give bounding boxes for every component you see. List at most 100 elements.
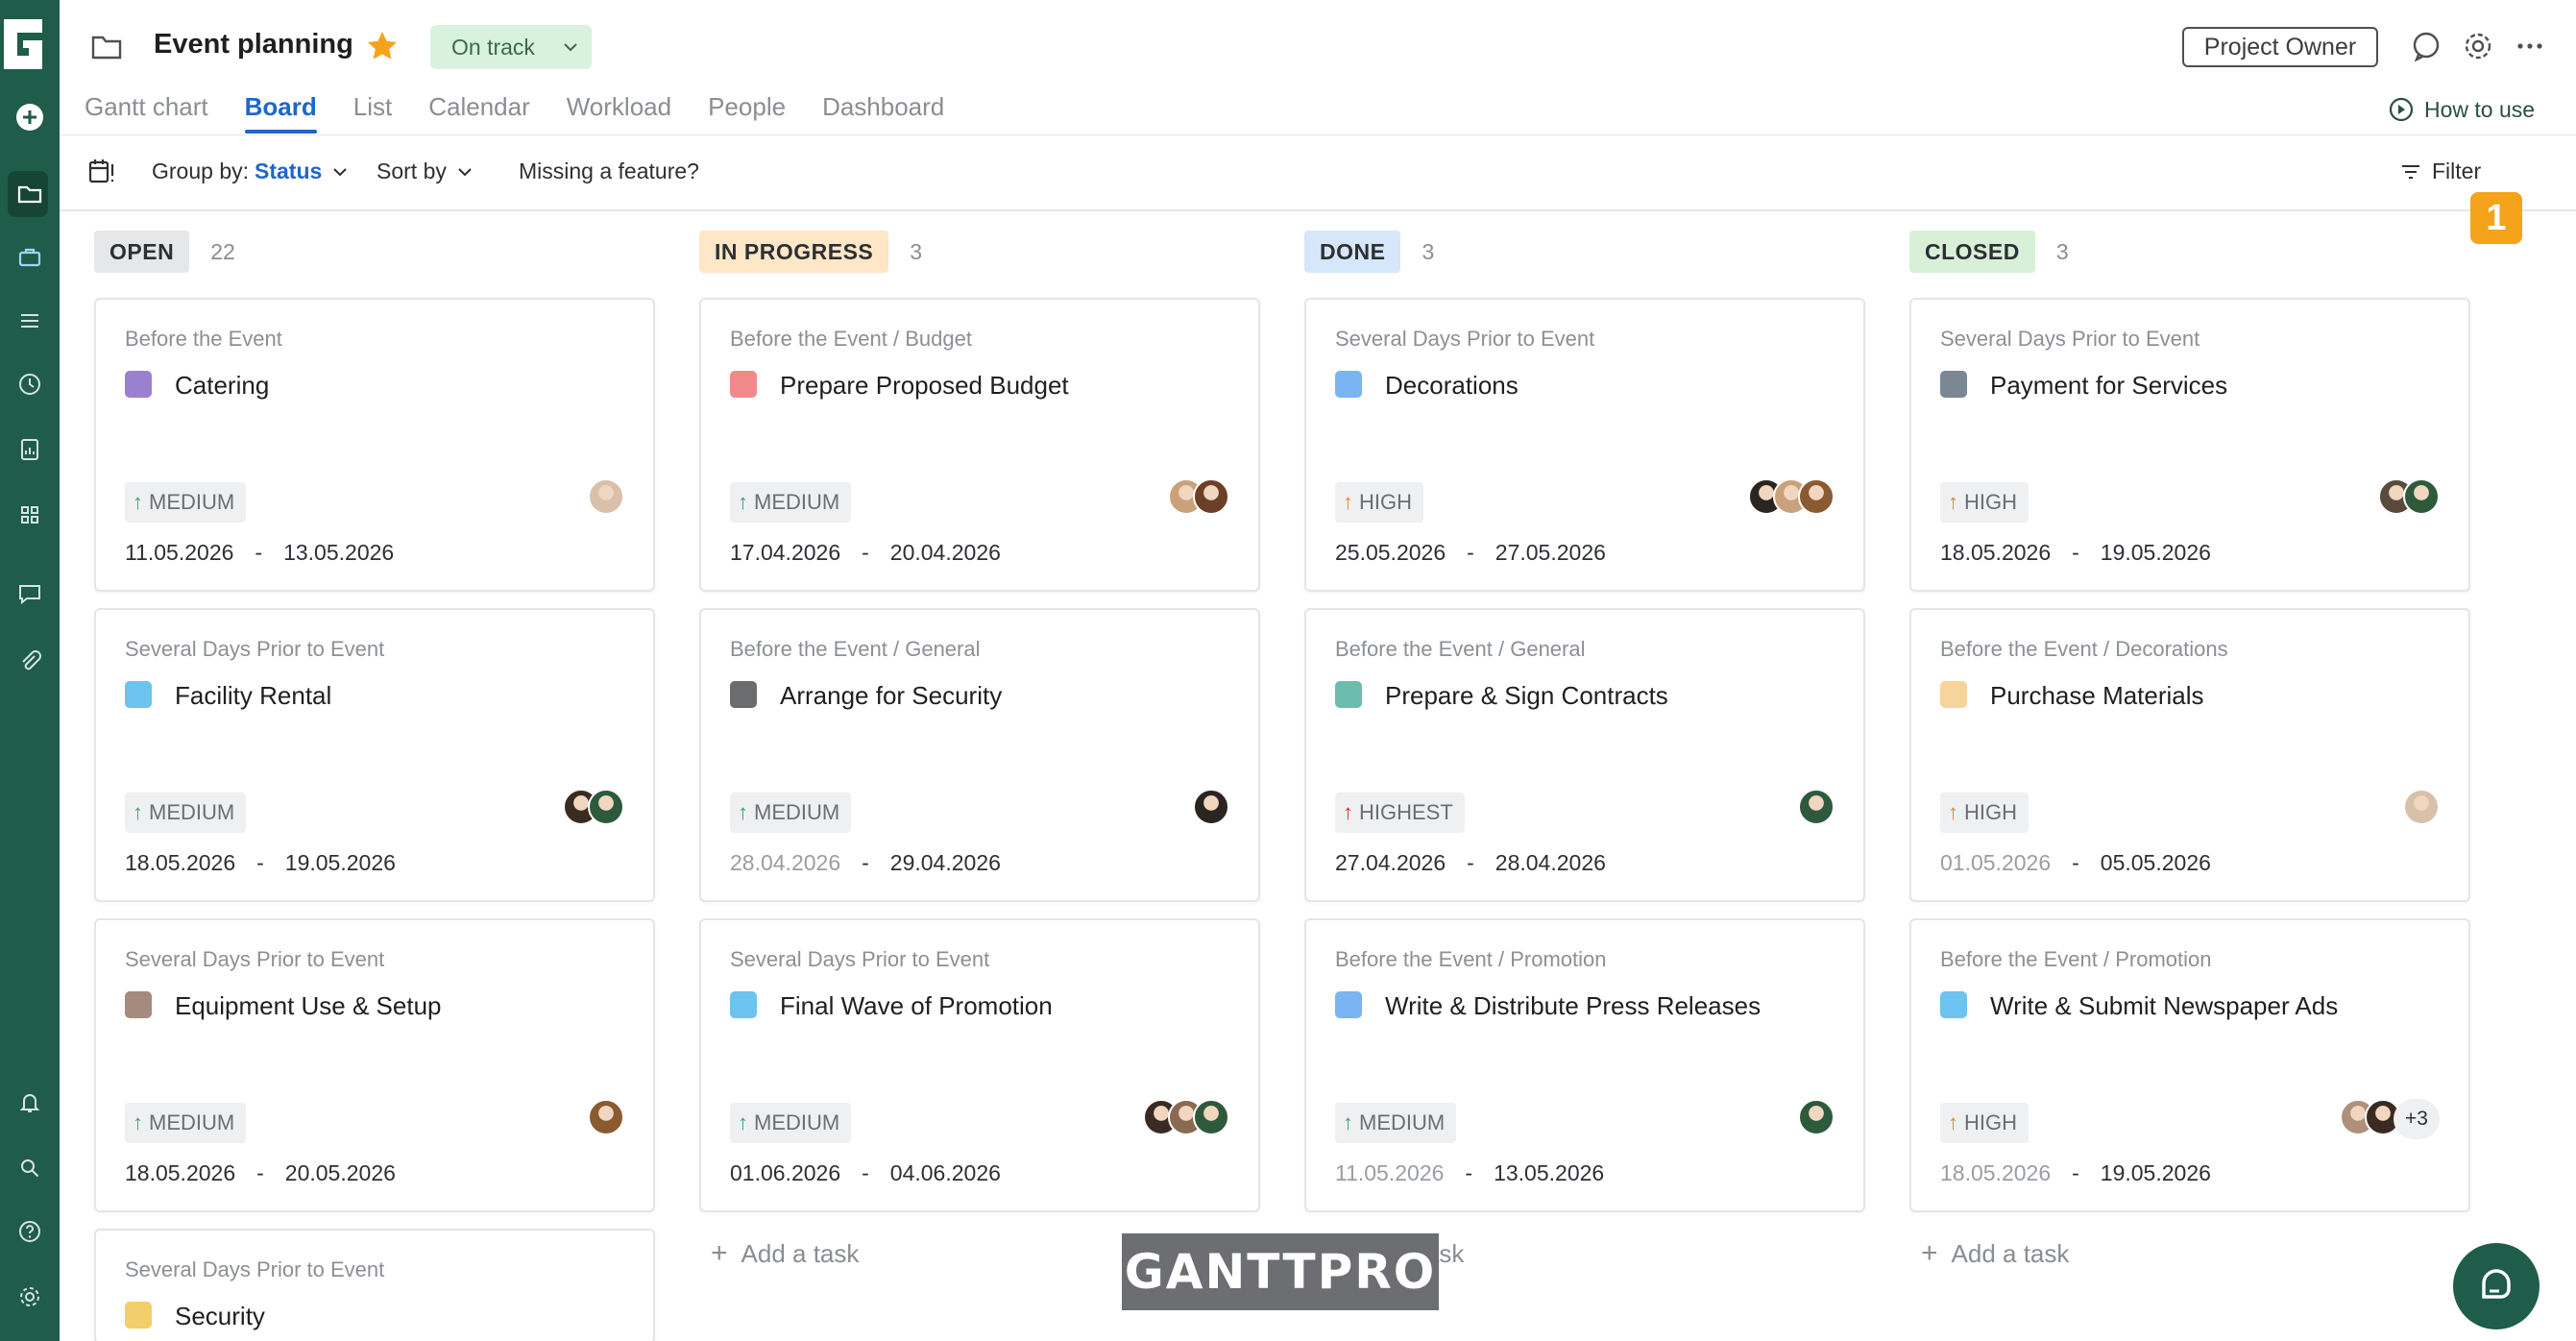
task-name[interactable]: Payment for Services bbox=[1990, 371, 2227, 401]
priority-badge[interactable]: ↑ HIGH bbox=[1335, 482, 1423, 523]
filter-button[interactable]: Filter bbox=[2399, 158, 2481, 184]
more-assignees-count[interactable]: +3 bbox=[2394, 1099, 2440, 1139]
task-card[interactable]: Before the Event Catering ↑ MEDIUM 11.05.202… bbox=[94, 298, 655, 592]
task-card[interactable]: Several Days Prior to Event Payment for S… bbox=[1909, 298, 2470, 592]
priority-badge[interactable]: ↑ MEDIUM bbox=[125, 792, 247, 833]
task-name[interactable]: Prepare & Sign Contracts bbox=[1385, 681, 1668, 711]
add-task-button[interactable]: + Add a task bbox=[711, 1237, 859, 1270]
group-by-dropdown[interactable]: Group by: Status bbox=[152, 158, 349, 184]
assignee-avatars[interactable] bbox=[1748, 478, 1835, 515]
priority-badge[interactable]: ↑ MEDIUM bbox=[1335, 1103, 1457, 1143]
more-options-icon[interactable] bbox=[2513, 29, 2547, 63]
tab-gantt-chart[interactable]: Gantt chart bbox=[85, 92, 208, 134]
add-task-button[interactable]: + Add a task bbox=[1921, 1237, 2069, 1270]
priority-badge[interactable]: ↑ MEDIUM bbox=[125, 1103, 247, 1143]
project-status-dropdown[interactable]: On track bbox=[430, 25, 592, 69]
task-card[interactable]: Several Days Prior to Event Decorations ↑ H… bbox=[1304, 298, 1865, 592]
priority-badge[interactable]: ↑ HIGH bbox=[1940, 1103, 2029, 1143]
assignee-avatars[interactable] bbox=[1798, 1099, 1835, 1135]
create-new-icon[interactable] bbox=[0, 90, 60, 144]
projects-folder-icon[interactable] bbox=[0, 167, 60, 221]
task-dates[interactable]: 27.04.2026-28.04.2026 bbox=[1335, 850, 1606, 876]
task-dates[interactable]: 17.04.2026-20.04.2026 bbox=[730, 540, 1001, 566]
sort-by-dropdown[interactable]: Sort by bbox=[377, 158, 474, 184]
task-dates[interactable]: 01.06.2026-04.06.2026 bbox=[730, 1160, 1001, 1186]
portfolio-icon[interactable] bbox=[0, 231, 60, 284]
assignee-avatars[interactable] bbox=[2378, 478, 2440, 515]
assignee-avatars[interactable] bbox=[1193, 789, 1229, 825]
list-icon[interactable] bbox=[0, 294, 60, 348]
tab-workload[interactable]: Workload bbox=[567, 92, 671, 134]
task-dates[interactable]: 11.05.2026-13.05.2026 bbox=[125, 540, 394, 566]
search-icon[interactable] bbox=[0, 1141, 60, 1195]
missing-feature-link[interactable]: Missing a feature? bbox=[519, 158, 699, 184]
priority-badge[interactable]: ↑ HIGH bbox=[1940, 482, 2029, 523]
assignee-avatars[interactable] bbox=[1168, 478, 1229, 515]
task-dates[interactable]: 28.04.2026-29.04.2026 bbox=[730, 850, 1001, 876]
task-dates[interactable]: 18.05.2026-19.05.2026 bbox=[1940, 540, 2211, 566]
tab-dashboard[interactable]: Dashboard bbox=[822, 92, 944, 134]
task-name[interactable]: Arrange for Security bbox=[780, 681, 1002, 711]
favorite-star-icon[interactable] bbox=[365, 29, 400, 63]
chat-bubble-icon[interactable] bbox=[2409, 29, 2443, 63]
task-card[interactable]: Before the Event / Promotion Write & Dist… bbox=[1304, 918, 1865, 1212]
assignee-avatars[interactable] bbox=[1798, 789, 1835, 825]
tab-board[interactable]: Board bbox=[244, 92, 317, 134]
assignee-avatars[interactable] bbox=[563, 789, 624, 825]
settings-gear-icon[interactable] bbox=[0, 1270, 60, 1324]
task-card[interactable]: Several Days Prior to Event Final Wave of… bbox=[699, 918, 1260, 1212]
how-to-use-link[interactable]: How to use bbox=[2388, 96, 2535, 123]
task-name[interactable]: Decorations bbox=[1385, 371, 1519, 401]
task-name[interactable]: Prepare Proposed Budget bbox=[780, 371, 1069, 401]
task-card[interactable]: Several Days Prior to Event Security bbox=[94, 1229, 655, 1341]
assignee-avatars[interactable]: +3 bbox=[2340, 1099, 2440, 1139]
assignee-avatars[interactable] bbox=[1143, 1099, 1229, 1135]
task-name[interactable]: Equipment Use & Setup bbox=[175, 991, 442, 1021]
assignee-avatars[interactable] bbox=[588, 478, 624, 515]
apps-grid-icon[interactable] bbox=[0, 488, 60, 542]
task-card[interactable]: Before the Event / Promotion Write & Subm… bbox=[1909, 918, 2470, 1212]
task-name[interactable]: Write & Distribute Press Releases bbox=[1385, 991, 1761, 1021]
task-card[interactable]: Before the Event / General Arrange for Se… bbox=[699, 608, 1260, 902]
project-owner-button[interactable]: Project Owner bbox=[2182, 27, 2378, 67]
task-name[interactable]: Catering bbox=[175, 371, 269, 401]
priority-badge[interactable]: ↑ HIGH bbox=[1940, 792, 2029, 833]
help-icon[interactable] bbox=[0, 1205, 60, 1258]
assignee-avatars[interactable] bbox=[588, 1099, 624, 1135]
task-card[interactable]: Several Days Prior to Event Facility Rent… bbox=[94, 608, 655, 902]
support-chat-button[interactable] bbox=[2453, 1243, 2540, 1329]
comments-icon[interactable] bbox=[0, 567, 60, 621]
priority-badge[interactable]: ↑ HIGHEST bbox=[1335, 792, 1465, 833]
start-date: 17.04.2026 bbox=[730, 540, 841, 565]
task-dates[interactable]: 18.05.2026-19.05.2026 bbox=[1940, 1160, 2211, 1186]
task-dates[interactable]: 11.05.2026-13.05.2026 bbox=[1335, 1160, 1604, 1186]
task-name[interactable]: Facility Rental bbox=[175, 681, 331, 711]
task-card[interactable]: Before the Event / Decorations Purchase M… bbox=[1909, 608, 2470, 902]
notifications-bell-icon[interactable] bbox=[0, 1076, 60, 1130]
settings-gear-icon[interactable] bbox=[2461, 29, 2495, 63]
task-dates[interactable]: 18.05.2026-20.05.2026 bbox=[125, 1160, 396, 1186]
task-name[interactable]: Purchase Materials bbox=[1990, 681, 2204, 711]
task-dates[interactable]: 01.05.2026-05.05.2026 bbox=[1940, 850, 2211, 876]
task-card[interactable]: Before the Event / General Prepare & Sign… bbox=[1304, 608, 1865, 902]
priority-badge[interactable]: ↑ MEDIUM bbox=[730, 482, 852, 523]
assignee-avatars[interactable] bbox=[2403, 789, 2440, 825]
tab-list[interactable]: List bbox=[353, 92, 392, 134]
task-name[interactable]: Write & Submit Newspaper Ads bbox=[1990, 991, 2338, 1021]
priority-badge[interactable]: ↑ MEDIUM bbox=[730, 1103, 852, 1143]
task-card[interactable]: Several Days Prior to Event Equipment Use… bbox=[94, 918, 655, 1212]
task-dates[interactable]: 25.05.2026-27.05.2026 bbox=[1335, 540, 1606, 566]
tab-people[interactable]: People bbox=[708, 92, 786, 134]
attachments-icon[interactable] bbox=[0, 634, 60, 688]
calendar-toggle-icon[interactable] bbox=[86, 157, 117, 187]
task-name[interactable]: Security bbox=[175, 1302, 265, 1331]
task-card[interactable]: Before the Event / Budget Prepare Propose… bbox=[699, 298, 1260, 592]
task-dates[interactable]: 18.05.2026-19.05.2026 bbox=[125, 850, 396, 876]
time-log-icon[interactable] bbox=[0, 357, 60, 411]
priority-badge[interactable]: ↑ MEDIUM bbox=[125, 482, 247, 523]
reports-icon[interactable] bbox=[0, 423, 60, 476]
priority-badge[interactable]: ↑ MEDIUM bbox=[730, 792, 852, 833]
tab-calendar[interactable]: Calendar bbox=[428, 92, 530, 134]
ganttpro-logo-icon[interactable] bbox=[0, 15, 46, 73]
task-name[interactable]: Final Wave of Promotion bbox=[780, 991, 1053, 1021]
